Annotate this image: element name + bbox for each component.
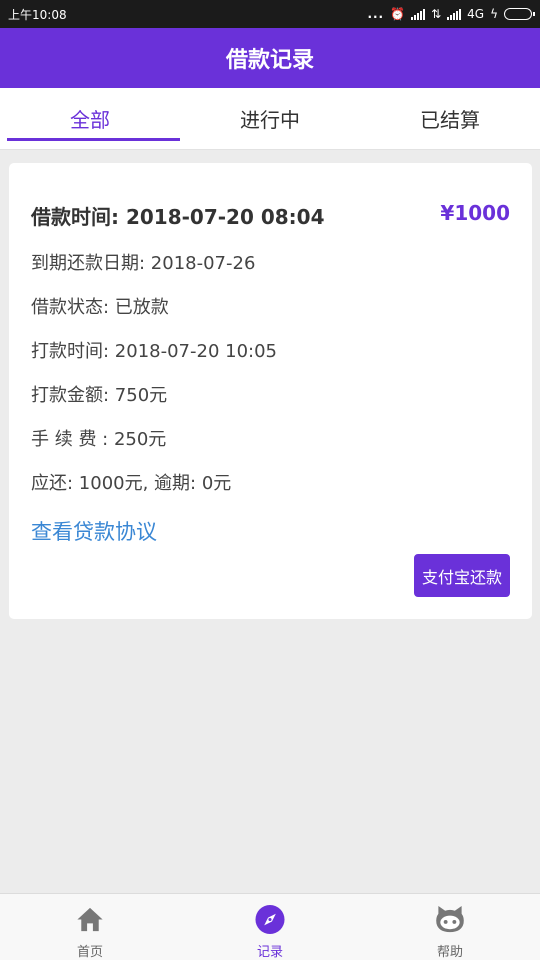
- nav-records-label: 记录: [256, 945, 283, 960]
- repay-summary: 应还: 1000元, 逾期: 0元: [31, 473, 232, 494]
- github-cat-icon: [436, 905, 464, 933]
- compass-icon: [255, 904, 285, 935]
- signal-icon-2: [447, 8, 462, 20]
- status-bar: 上午10:08 ... ⏰ ⇅ 4G ϟ: [0, 0, 540, 28]
- loan-amount: ¥1000: [440, 201, 510, 225]
- battery-icon: [504, 8, 535, 20]
- alarm-off-icon: ⏰: [390, 7, 406, 21]
- loan-status: 借款状态: 已放款: [31, 297, 169, 318]
- disburse-time: 打款时间: 2018-07-20 10:05: [31, 341, 277, 362]
- view-agreement-link[interactable]: 查看贷款协议: [31, 516, 157, 546]
- nav-home[interactable]: 首页: [0, 894, 180, 960]
- tab-bar: 全部 进行中 已结算: [0, 88, 540, 150]
- more-dots-icon: ...: [367, 7, 385, 21]
- data-arrows-icon: ⇅: [431, 7, 442, 21]
- service-fee: 手 续 费 : 250元: [31, 429, 167, 450]
- tab-settled[interactable]: 已结算: [360, 88, 540, 149]
- signal-icon: [411, 8, 426, 20]
- due-date: 到期还款日期: 2018-07-26: [31, 253, 256, 274]
- nav-help-label: 帮助: [436, 945, 463, 960]
- status-icons: ... ⏰ ⇅ 4G ϟ: [367, 7, 535, 21]
- page-title: 借款记录: [225, 48, 314, 73]
- loan-time-title: 借款时间: 2018-07-20 08:04: [31, 205, 325, 229]
- network-type: 4G: [467, 7, 485, 21]
- charging-icon: ϟ: [490, 7, 498, 21]
- tab-in-progress[interactable]: 进行中: [180, 88, 360, 149]
- status-time: 上午10:08: [8, 7, 67, 22]
- nav-home-label: 首页: [76, 945, 103, 960]
- bottom-nav: 首页 记录 帮助: [0, 893, 540, 960]
- tab-all[interactable]: 全部: [0, 88, 180, 149]
- nav-help[interactable]: 帮助: [360, 894, 540, 960]
- disburse-amount: 打款金额: 750元: [31, 385, 168, 406]
- home-icon: [77, 907, 103, 932]
- alipay-repay-button[interactable]: 支付宝还款: [414, 554, 510, 597]
- nav-records[interactable]: 记录: [180, 894, 360, 960]
- loan-record-card: 借款时间: 2018-07-20 08:04 ¥1000 到期还款日期: 201…: [9, 163, 532, 619]
- app-header: 借款记录: [0, 28, 540, 88]
